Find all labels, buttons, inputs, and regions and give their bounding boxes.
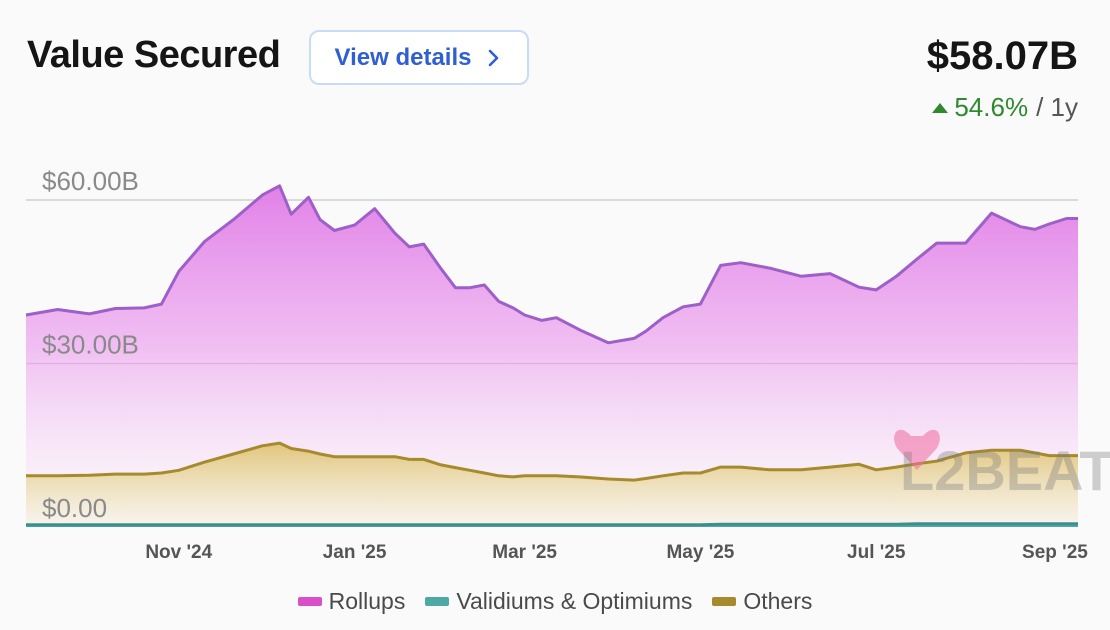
x-tick-label: Mar '25 [492, 542, 557, 563]
legend-swatch-rollups [297, 597, 322, 606]
value-secured-chart: L2BEAT $60.00B $30.00B $0.00 Nov '24 Jan '2… [25, 166, 1110, 563]
area-rollups [26, 185, 1078, 481]
chart-legend: Rollups Validiums & Optimiums Others [0, 588, 1110, 615]
legend-item-others[interactable]: Others [712, 588, 812, 615]
x-tick-label: Nov '24 [145, 542, 212, 563]
legend-swatch-validiums [425, 597, 450, 606]
legend-label-validiums: Validiums & Optimiums [456, 588, 693, 614]
y-tick-label: $0.00 [42, 493, 107, 523]
x-tick-label: Jan '25 [323, 542, 387, 563]
x-tick-label: May '25 [666, 542, 734, 563]
legend-label-others: Others [743, 588, 813, 614]
legend-item-rollups[interactable]: Rollups [297, 588, 406, 615]
legend-swatch-others [712, 597, 737, 606]
legend-item-validiums[interactable]: Validiums & Optimiums [425, 588, 692, 615]
line-validiums [26, 522, 1078, 527]
y-tick-label: $30.00B [42, 330, 139, 360]
legend-label-rollups: Rollups [328, 588, 406, 614]
y-tick-label: $60.00B [42, 166, 139, 196]
x-tick-label: Sep '25 [1022, 542, 1088, 563]
watermark-logo: L2BEAT [900, 439, 1110, 502]
x-tick-label: Jul '25 [847, 542, 906, 563]
